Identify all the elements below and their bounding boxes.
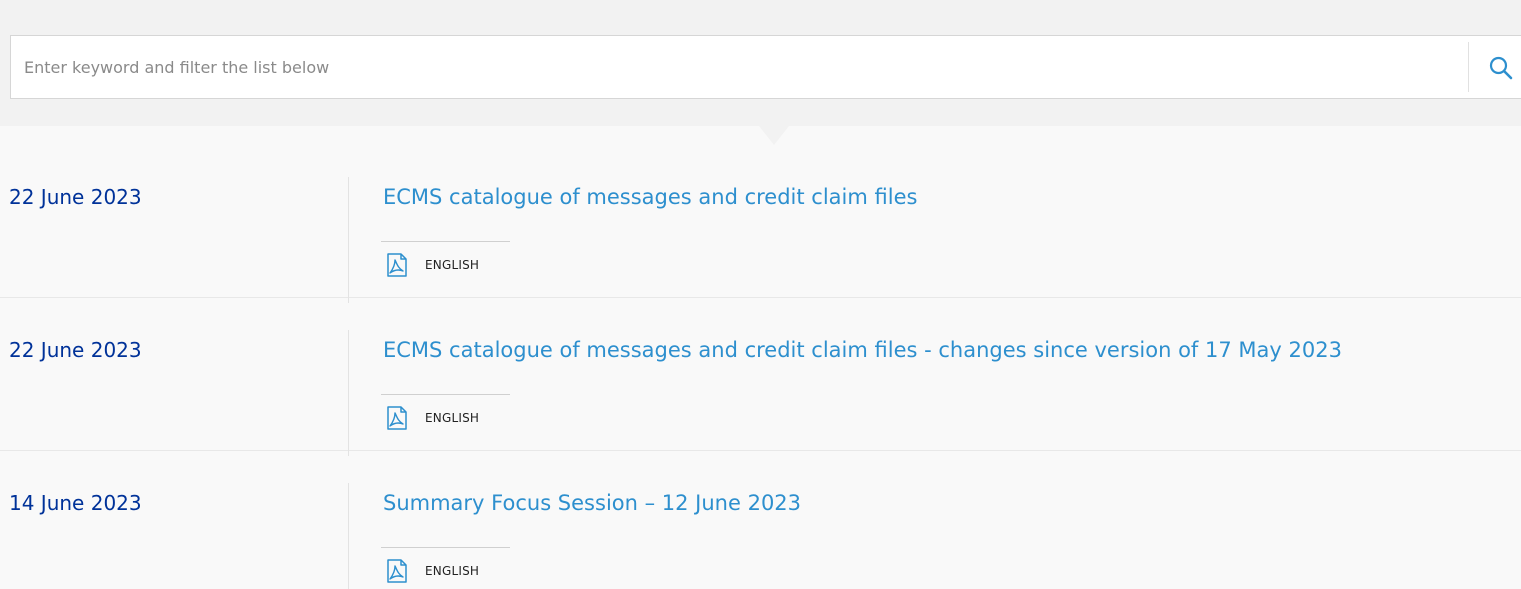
download-english-link[interactable]: ENGLISH [384, 252, 479, 278]
pdf-icon [387, 559, 407, 583]
download-english-link[interactable]: ENGLISH [384, 405, 479, 431]
column-divider [348, 483, 349, 589]
pdf-icon [387, 406, 407, 430]
language-label: ENGLISH [425, 411, 480, 425]
search-bar [10, 35, 1521, 99]
pdf-icon [387, 253, 407, 277]
publications-page: 22 June 2023 ECMS catalogue of messages … [0, 0, 1521, 589]
download-english-link[interactable]: ENGLISH [384, 558, 479, 584]
column-divider [348, 177, 349, 303]
publication-date: 22 June 2023 [9, 338, 142, 362]
list-item: 22 June 2023 ECMS catalogue of messages … [0, 298, 1521, 456]
search-divider [1468, 42, 1469, 92]
publication-title-link[interactable]: ECMS catalogue of messages and credit cl… [383, 185, 917, 209]
download-divider [381, 394, 510, 395]
search-input[interactable] [11, 36, 1467, 98]
language-label: ENGLISH [425, 564, 480, 578]
search-button[interactable] [1483, 51, 1519, 85]
download-divider [381, 241, 510, 242]
filter-pointer-notch [759, 126, 789, 145]
search-icon [1489, 56, 1513, 80]
list-item: 22 June 2023 ECMS catalogue of messages … [0, 145, 1521, 303]
column-divider [348, 330, 349, 456]
language-label: ENGLISH [425, 258, 480, 272]
publication-date: 14 June 2023 [9, 491, 142, 515]
publication-date: 22 June 2023 [9, 185, 142, 209]
publication-title-link[interactable]: ECMS catalogue of messages and credit cl… [383, 338, 1342, 362]
publication-list: 22 June 2023 ECMS catalogue of messages … [0, 126, 1521, 589]
list-item: 14 June 2023 Summary Focus Session – 12 … [0, 451, 1521, 589]
download-divider [381, 547, 510, 548]
publication-title-link[interactable]: Summary Focus Session – 12 June 2023 [383, 491, 801, 515]
